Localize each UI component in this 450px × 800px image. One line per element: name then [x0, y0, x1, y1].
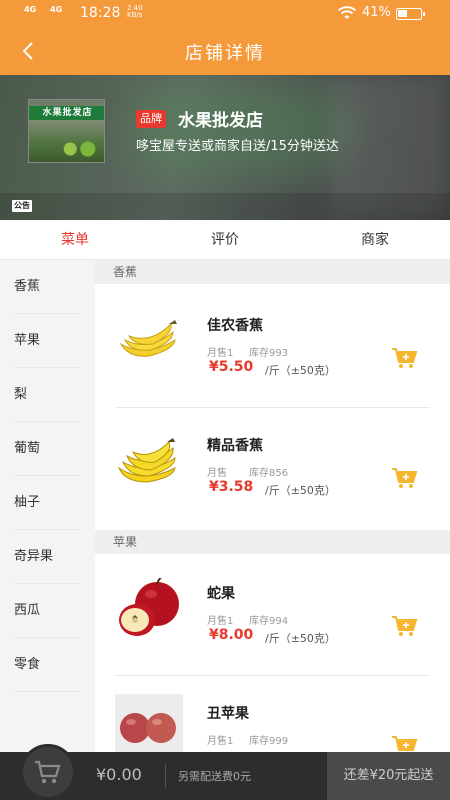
sidebar-item-pear[interactable]: 梨 [14, 368, 80, 422]
price-unit: /斤（±50克） [265, 364, 336, 377]
banana-image [115, 430, 183, 494]
monthly-sales: 月售1 [207, 736, 234, 747]
monthly-sales: 月售 [207, 468, 227, 479]
section-header-banana: 香蕉 [95, 260, 450, 284]
notice-label[interactable]: 公告 [12, 200, 32, 212]
sidebar-item-watermelon[interactable]: 西瓜 [14, 584, 80, 638]
divider [165, 764, 166, 788]
add-to-cart-icon[interactable] [391, 734, 419, 752]
add-to-cart-icon[interactable] [391, 346, 419, 370]
apples-image [115, 694, 183, 752]
tab-menu[interactable]: 菜单 [0, 220, 150, 260]
cart-total: ¥0.00 [96, 765, 142, 784]
status-bar: 4G 4G 18:28 2.40 KB/s 41% [0, 0, 450, 28]
shop-photo-sign: 水果批发店 [29, 106, 104, 120]
section-header-apple: 苹果 [95, 530, 450, 554]
tab-bar: 菜单 评价 商家 [0, 220, 450, 260]
battery-level [398, 10, 407, 17]
list-item[interactable]: 佳农香蕉 月售1 库存993 ¥5.50 /斤（±50克） [95, 288, 450, 408]
category-sidebar: 香蕉 苹果 梨 葡萄 柚子 奇异果 西瓜 零食 [0, 260, 95, 752]
brand-badge: 品牌 [136, 110, 166, 128]
product-price: ¥5.50 [209, 359, 254, 375]
shop-name: 水果批发店 [178, 111, 263, 131]
tab-merchant[interactable]: 商家 [300, 220, 450, 260]
network-indicator-1: 4G [24, 5, 37, 14]
list-item[interactable]: 蛇果 月售1 库存994 ¥8.00 /斤（±50克） [95, 556, 450, 676]
product-name: 丑苹果 [207, 706, 249, 722]
shop-photo: 水果批发店 [28, 99, 105, 163]
product-name: 佳农香蕉 [207, 318, 263, 334]
product-list[interactable]: 香蕉 佳农香蕉 月售1 库存993 ¥5.50 /斤（±50克） 精品香蕉 月售… [95, 260, 450, 752]
banana-image [115, 310, 183, 374]
product-price: ¥8.00 [209, 627, 254, 643]
tab-reviews[interactable]: 评价 [150, 220, 300, 260]
sidebar-item-grape[interactable]: 葡萄 [14, 422, 80, 476]
checkout-button[interactable]: 还差¥20元起送 [327, 752, 450, 800]
sidebar-item-kiwi[interactable]: 奇异果 [14, 530, 80, 584]
stock-count: 库存856 [249, 468, 289, 479]
red-apple-image [115, 575, 183, 642]
app-screen: 4G 4G 18:28 2.40 KB/s 41% 店铺详情 水果批发店 品牌 水… [0, 0, 450, 800]
shop-description: 哆宝屋专送或商家自送/15分钟送达 [136, 139, 339, 154]
product-name: 精品香蕉 [207, 438, 263, 454]
notice-strip [0, 193, 450, 220]
page-title: 店铺详情 [185, 43, 265, 64]
network-speed: 2.40 KB/s [127, 4, 143, 19]
title-bar: 店铺详情 [0, 28, 450, 75]
shop-photo-produce [57, 140, 101, 158]
shopping-cart-icon[interactable] [20, 744, 76, 800]
product-price: ¥3.58 [209, 479, 254, 495]
battery-percent: 41% [362, 5, 391, 20]
battery-icon [396, 8, 425, 20]
add-to-cart-icon[interactable] [391, 466, 419, 490]
network-indicator-2: 4G [50, 5, 63, 14]
list-item[interactable]: 丑苹果 月售1 库存999 [95, 676, 450, 752]
monthly-sales: 月售1 [207, 616, 234, 627]
sidebar-item-banana[interactable]: 香蕉 [14, 260, 80, 314]
stock-count: 库存999 [249, 736, 289, 747]
shipping-fee-note: 另需配送费0元 [178, 770, 251, 783]
price-unit: /斤（±50克） [265, 632, 336, 645]
header: 4G 4G 18:28 2.40 KB/s 41% 店铺详情 [0, 0, 450, 75]
list-item[interactable]: 精品香蕉 月售 库存856 ¥3.58 /斤（±50克） [95, 408, 450, 528]
add-to-cart-icon[interactable] [391, 614, 419, 638]
stock-count: 库存993 [249, 348, 289, 359]
monthly-sales: 月售1 [207, 348, 234, 359]
status-time: 18:28 [80, 5, 121, 21]
product-name: 蛇果 [207, 586, 235, 602]
shop-banner: 水果批发店 品牌 水果批发店 哆宝屋专送或商家自送/15分钟送达 公告 [0, 75, 450, 220]
cart-bar: ¥0.00 另需配送费0元 还差¥20元起送 [0, 744, 450, 800]
sidebar-item-pomelo[interactable]: 柚子 [14, 476, 80, 530]
price-unit: /斤（±50克） [265, 484, 336, 497]
stock-count: 库存994 [249, 616, 289, 627]
sidebar-item-apple[interactable]: 苹果 [14, 314, 80, 368]
wifi-icon [337, 6, 357, 24]
sidebar-item-snacks[interactable]: 零食 [14, 638, 80, 692]
